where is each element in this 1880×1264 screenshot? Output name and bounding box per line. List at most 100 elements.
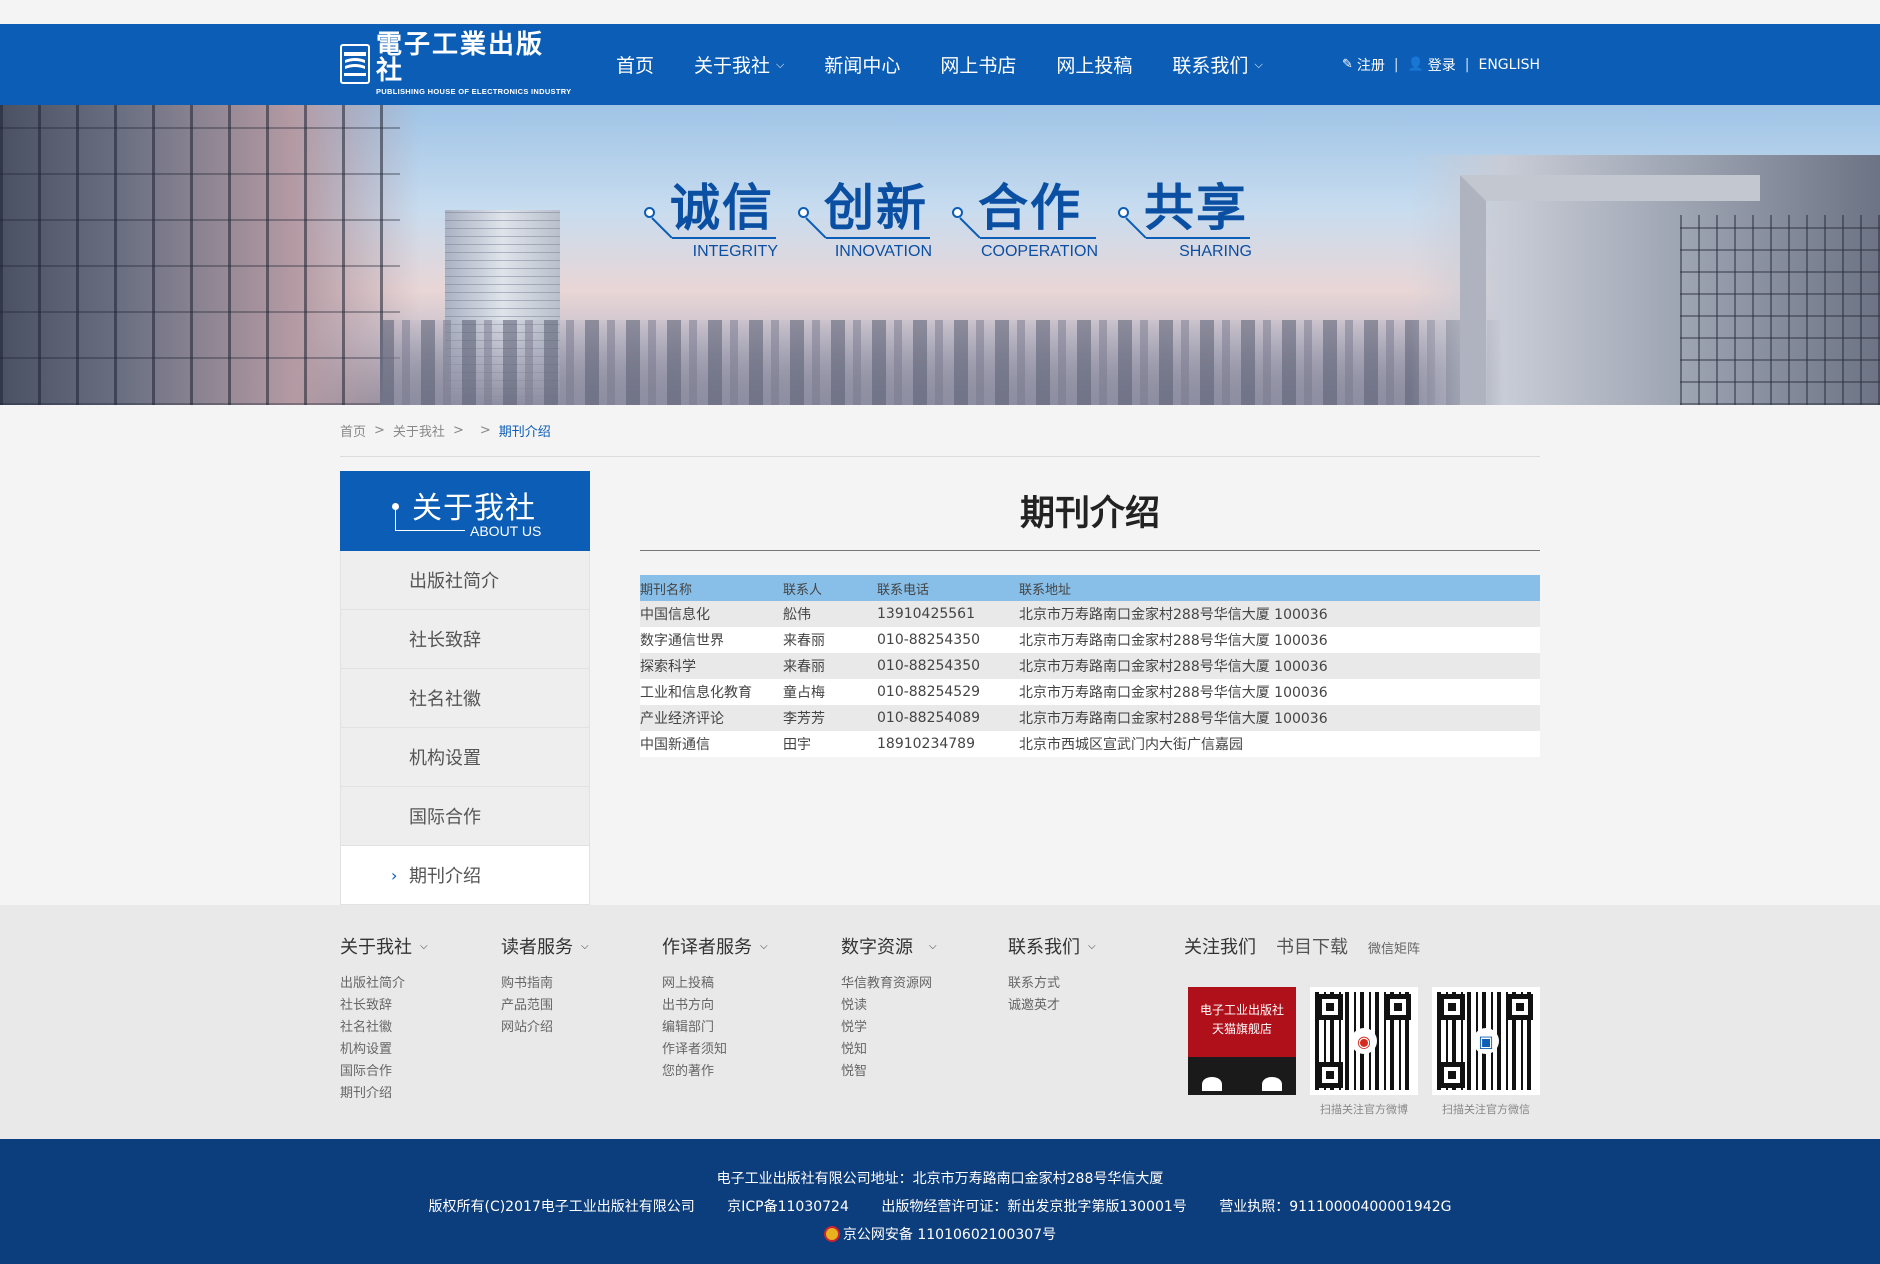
english-link[interactable]: ENGLISH (1478, 57, 1540, 73)
footer-link[interactable]: 您的著作 (662, 1061, 768, 1083)
main-content: 首页 > 关于我社 > > 期刊介绍 关于我社 ABOUT US 出版社简介 社… (340, 405, 1540, 905)
sidebar-item-profile[interactable]: 出版社简介 (340, 551, 590, 610)
nav-home[interactable]: 首页 (616, 51, 654, 78)
footer-link[interactable]: 编辑部门 (662, 1017, 768, 1039)
contact-phone: 010-88254350 (877, 627, 1019, 653)
footer-link[interactable]: 诚邀英才 (1008, 995, 1096, 1017)
chevron-down-icon: ⌵ (1254, 57, 1263, 71)
nav-about[interactable]: 关于我社 ⌵ (694, 51, 784, 78)
contact-address: 北京市万寿路南口金家村288号华信大厦 100036 (1019, 653, 1540, 679)
footer-link[interactable]: 出版社简介 (340, 973, 428, 995)
chevron-down-icon: ⌵ (1088, 940, 1096, 952)
divider: | (1464, 56, 1470, 73)
footer-link[interactable]: 期刊介绍 (340, 1083, 428, 1105)
nav-submission[interactable]: 网上投稿 (1056, 51, 1132, 78)
footer-column-title[interactable]: 作译者服务 ⌵ (662, 933, 768, 959)
login-link[interactable]: 登录 (1428, 55, 1456, 75)
contact-address: 北京市万寿路南口金家村288号华信大厦 100036 (1019, 601, 1540, 627)
footer-column-contact: 联系我们 ⌵ 联系方式 诚邀英才 (1008, 933, 1096, 1017)
breadcrumb-section[interactable]: 关于我社 (393, 421, 445, 440)
footer-link[interactable]: 社名社徽 (340, 1017, 428, 1039)
contact-person: 来春丽 (783, 653, 877, 679)
footer-link[interactable]: 悦读 (841, 995, 937, 1017)
table-row: 探索科学 来春丽 010-88254350 北京市万寿路南口金家村288号华信大… (640, 653, 1540, 679)
sidebar-item-journals[interactable]: › 期刊介绍 (340, 846, 590, 905)
footer-icp[interactable]: 京ICP备11030724 (727, 1199, 849, 1215)
breadcrumb-separator: > (452, 423, 464, 438)
tmall-line2: 天猫旗舰店 (1211, 1022, 1272, 1036)
footer-column-title[interactable]: 关于我社 ⌵ (340, 933, 428, 959)
sidebar-item-international[interactable]: 国际合作 (340, 787, 590, 846)
weibo-icon: ◉ (1351, 1028, 1377, 1054)
tab-catalog-download[interactable]: 书目下载 (1276, 933, 1348, 959)
nav-submission-label: 网上投稿 (1056, 55, 1133, 77)
footer-column-about: 关于我社 ⌵ 出版社简介 社长致辞 社名社徽 机构设置 国际合作 期刊介绍 (340, 933, 428, 1105)
footer-link[interactable]: 网站介绍 (501, 1017, 589, 1039)
weibo-qr-card: ◉ 扫描关注官方微博 (1310, 987, 1418, 1116)
breadcrumb-separator: > (374, 423, 385, 438)
footer-link[interactable]: 社长致辞 (340, 995, 428, 1017)
table-row: 数字通信世界 来春丽 010-88254350 北京市万寿路南口金家村288号华… (640, 627, 1540, 653)
nav-news[interactable]: 新闻中心 (824, 51, 900, 78)
contact-address: 北京市万寿路南口金家村288号华信大厦 100036 (1019, 705, 1540, 731)
footer-link[interactable]: 产品范围 (501, 995, 589, 1017)
logo-chinese-name: 電子工業出版社 (376, 30, 545, 87)
footer-link[interactable]: 出书方向 (662, 995, 768, 1017)
table-row: 工业和信息化教育 童占梅 010-88254529 北京市万寿路南口金家村288… (640, 679, 1540, 705)
logo-english-name: PUBLISHING HOUSE OF ELECTRONICS INDUSTRY (376, 87, 572, 97)
tab-follow-us[interactable]: 关注我们 (1184, 933, 1256, 959)
footer-column-title[interactable]: 联系我们 ⌵ (1008, 933, 1096, 959)
column-header: 联系电话 (877, 575, 1019, 601)
footer-link[interactable]: 悦智 (841, 1061, 937, 1083)
journal-name: 中国信息化 (640, 601, 783, 627)
footer-police-record[interactable]: 京公网安备 11010602100307号 (843, 1227, 1056, 1243)
site-logo[interactable]: 電子工業出版社 PUBLISHING HOUSE OF ELECTRONICS … (340, 32, 571, 95)
sidebar-item-label: 期刊介绍 (409, 866, 481, 887)
slogan-cooperation: 合作 COOPERATION (948, 179, 1098, 271)
slogan-sharing: 共享 SHARING (1114, 179, 1252, 271)
breadcrumb-home[interactable]: 首页 (340, 421, 366, 440)
follow-tabs: 关注我们 书目下载 微信矩阵 (1184, 933, 1540, 959)
footer-link[interactable]: 国际合作 (340, 1061, 428, 1083)
footer-link[interactable]: 购书指南 (501, 973, 589, 995)
tmall-store-card[interactable]: 电子工业出版社 天猫旗舰店 (1188, 987, 1296, 1115)
sidebar-item-label: 机构设置 (409, 748, 481, 769)
footer-link[interactable]: 华信教育资源网 (841, 973, 937, 995)
top-strip (0, 0, 1880, 24)
footer-publishing-license: 出版物经营许可证：新出发京批字第版130001号 (881, 1199, 1187, 1215)
contact-person: 童占梅 (783, 679, 877, 705)
tab-wechat-matrix[interactable]: 微信矩阵 (1368, 938, 1420, 957)
tmall-line1: 电子工业出版社 (1199, 1003, 1284, 1017)
column-header: 联系地址 (1019, 575, 1540, 601)
slogan-cn: 合作 (978, 179, 1082, 237)
footer-link[interactable]: 联系方式 (1008, 973, 1096, 995)
user-icon: 👤 (1407, 57, 1424, 72)
footer-link[interactable]: 悦学 (841, 1017, 937, 1039)
breadcrumb: 首页 > 关于我社 > > 期刊介绍 (340, 405, 1540, 457)
banner-window-grid-right (1680, 215, 1880, 405)
book-logo-icon (340, 44, 370, 84)
footer-link[interactable]: 悦知 (841, 1039, 937, 1061)
slogan-en: INTEGRITY (692, 243, 778, 260)
footer-column-title[interactable]: 读者服务 ⌵ (501, 933, 589, 959)
journal-name: 产业经济评论 (640, 705, 783, 731)
register-link[interactable]: 注册 (1357, 55, 1385, 75)
contact-address: 北京市万寿路南口金家村288号华信大厦 100036 (1019, 627, 1540, 653)
breadcrumb-separator: > (479, 423, 491, 438)
sidebar-item-president-message[interactable]: 社长致辞 (340, 610, 590, 669)
contact-phone: 18910234789 (877, 731, 1019, 757)
table-row: 产业经济评论 李芳芳 010-88254089 北京市万寿路南口金家村288号华… (640, 705, 1540, 731)
footer-link[interactable]: 网上投稿 (662, 973, 768, 995)
footer-link[interactable]: 机构设置 (340, 1039, 428, 1061)
sidebar-item-label: 国际合作 (409, 807, 481, 828)
sidebar-item-emblem[interactable]: 社名社徽 (340, 669, 590, 728)
banner-window-grid (0, 105, 400, 405)
slogan-cn: 创新 (824, 179, 928, 237)
footer-column-title[interactable]: 数字资源 ⌵ (841, 933, 937, 959)
nav-contact[interactable]: 联系我们 ⌵ (1172, 51, 1262, 78)
nav-bookstore[interactable]: 网上书店 (940, 51, 1016, 78)
sidebar-item-organization[interactable]: 机构设置 (340, 728, 590, 787)
footer-link[interactable]: 作译者须知 (662, 1039, 768, 1061)
police-badge-icon (823, 1226, 840, 1242)
slogan-integrity: 诚信 INTEGRITY (640, 179, 778, 271)
